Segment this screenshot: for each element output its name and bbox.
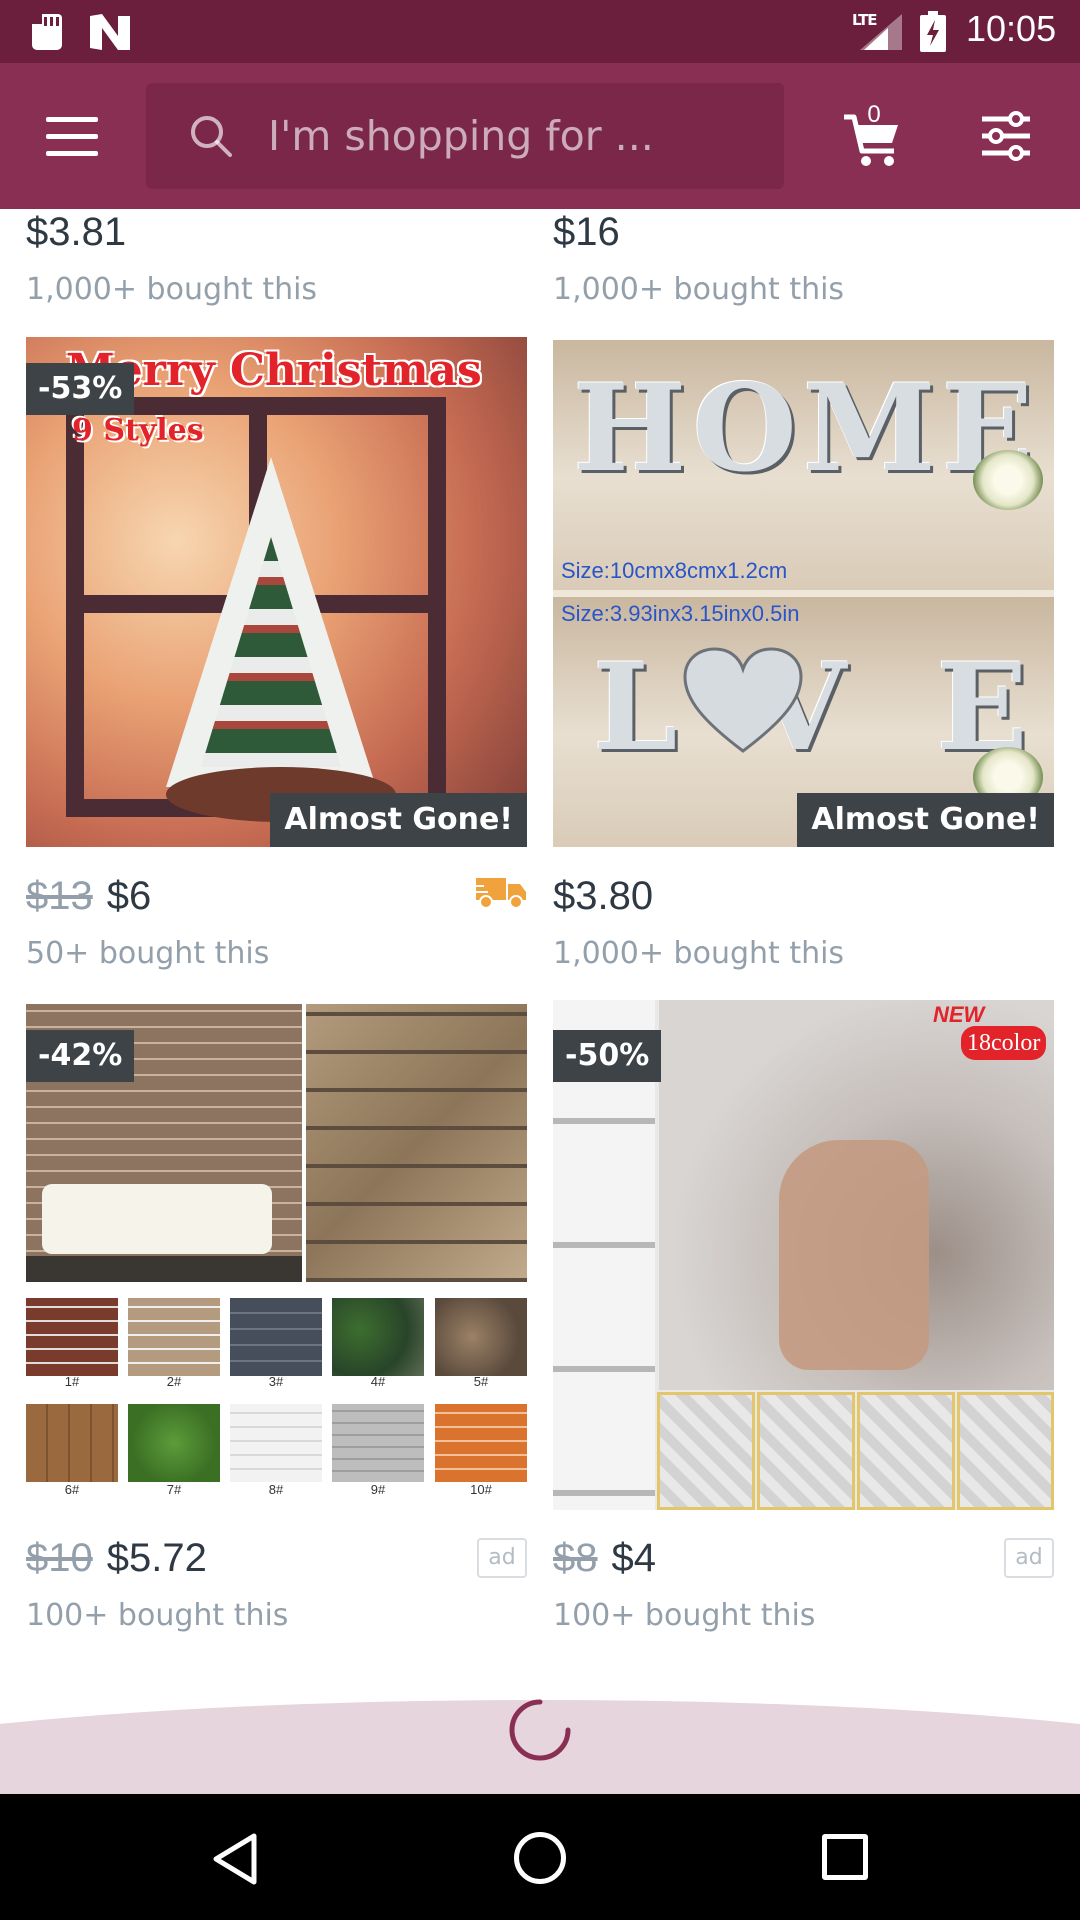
almost-gone-badge: Almost Gone! [270,793,527,847]
swatch-6 [26,1404,118,1482]
bought-count: 50+ bought this [26,936,270,971]
product-price: $3.80 [553,874,653,919]
back-icon[interactable] [210,1832,260,1886]
search-icon [191,116,232,157]
home-icon[interactable] [514,1832,566,1884]
heart-icon [683,647,803,753]
swatch-label: 7# [166,1482,182,1497]
menu-icon[interactable] [46,117,98,157]
swatch-2 [128,1298,220,1376]
hand-graphic [779,1140,929,1370]
sofa-graphic [42,1184,272,1254]
clock: 10:05 [966,8,1057,49]
discount-badge: -42% [26,1030,135,1082]
signal-icon [860,14,902,50]
bought-count: 1,000+ bought this [26,272,318,307]
stone-wall-graphic [306,1004,527,1282]
filter-icon[interactable] [980,111,1032,161]
product-image-frosted-film[interactable]: NEW 18color -50% [553,1000,1054,1510]
swatch-9 [332,1404,424,1482]
size-cm-label: Size:10cmx8cmx1.2cm [561,558,788,583]
swatch-4 [332,1298,424,1376]
image-word-home: HOME [573,358,1040,499]
system-navigation-bar [0,1794,1080,1920]
swatch-5 [435,1298,527,1376]
loading-spinner-icon [509,1699,571,1761]
product-price: $10 $5.72 [26,1536,207,1581]
bought-count: 100+ bought this [26,1598,289,1633]
shipping-truck-icon [474,878,526,909]
color-count-tag: 18color [961,1026,1047,1060]
product-price: $16 [553,210,620,254]
bought-count: 1,000+ bought this [553,936,845,971]
floor-graphic [26,1256,302,1282]
swatch-label: 3# [268,1374,284,1389]
home-panel: HOME Size:10cmx8cmx1.2cm [553,340,1054,590]
swatch-10 [435,1404,527,1482]
discount-badge: -50% [553,1030,662,1082]
swatch-label: 8# [268,1482,284,1497]
pattern-thumb [657,1392,755,1510]
app-bar: 0 [0,63,1080,209]
swatch-label: 10# [470,1482,492,1497]
pattern-thumb [957,1392,1054,1510]
sale-price: $5.72 [106,1536,207,1580]
pattern-thumb [757,1392,855,1510]
bought-count: 1,000+ bought this [553,272,845,307]
product-price: $3.81 [26,210,127,254]
ad-badge[interactable]: ad [1004,1538,1054,1578]
recents-icon[interactable] [822,1834,868,1880]
discount-badge: -53% [26,363,135,415]
swatch-3 [230,1298,322,1376]
pattern-thumb [857,1392,955,1510]
swatch-7 [128,1404,220,1482]
android-n-icon [90,14,130,50]
swatch-label: 2# [166,1374,182,1389]
image-subtitle: 9 Styles [72,413,204,448]
new-tag: NEW [933,1002,985,1027]
ad-badge[interactable]: ad [477,1538,527,1578]
swatch-1 [26,1298,118,1376]
sale-price: $3.80 [553,874,654,918]
swatch-label: 9# [370,1482,386,1497]
size-in-label: Size:3.93inx3.15inx0.5in [561,601,800,626]
search-bar[interactable] [146,83,784,189]
sale-price: $6 [106,874,152,918]
original-price: $8 [553,1536,598,1580]
flower-graphic [973,450,1043,510]
status-bar: LTE 10:05 [0,0,1080,63]
original-price: $13 [26,874,93,918]
swatch-label: 1# [64,1374,80,1389]
product-image-brick-wallpaper[interactable]: 1# 2# 3# 4# 5# 6# 7# 8# 9# 10# -42% [26,1004,527,1510]
product-price: $13 $6 [26,874,151,919]
swatch-label: 6# [64,1482,80,1497]
battery-charging-icon [920,11,946,52]
sale-price: $4 [611,1536,657,1580]
cart-count: 0 [867,101,881,128]
bought-count: 100+ bought this [553,1598,816,1633]
sd-card-icon [32,14,62,50]
swatch-label: 4# [370,1374,386,1389]
swatch-label: 5# [473,1374,489,1389]
product-image-home-love-letters[interactable]: HOME Size:10cmx8cmx1.2cm Size:3.93inx3.1… [553,340,1054,847]
almost-gone-badge: Almost Gone! [797,793,1054,847]
product-image-christmas-tree[interactable]: Merry Christmas 9 Styles -53% Almost Gon… [26,337,527,847]
swatch-8 [230,1404,322,1482]
product-price: $8 $4 [553,1536,656,1581]
search-input[interactable] [268,105,768,167]
original-price: $10 [26,1536,93,1580]
